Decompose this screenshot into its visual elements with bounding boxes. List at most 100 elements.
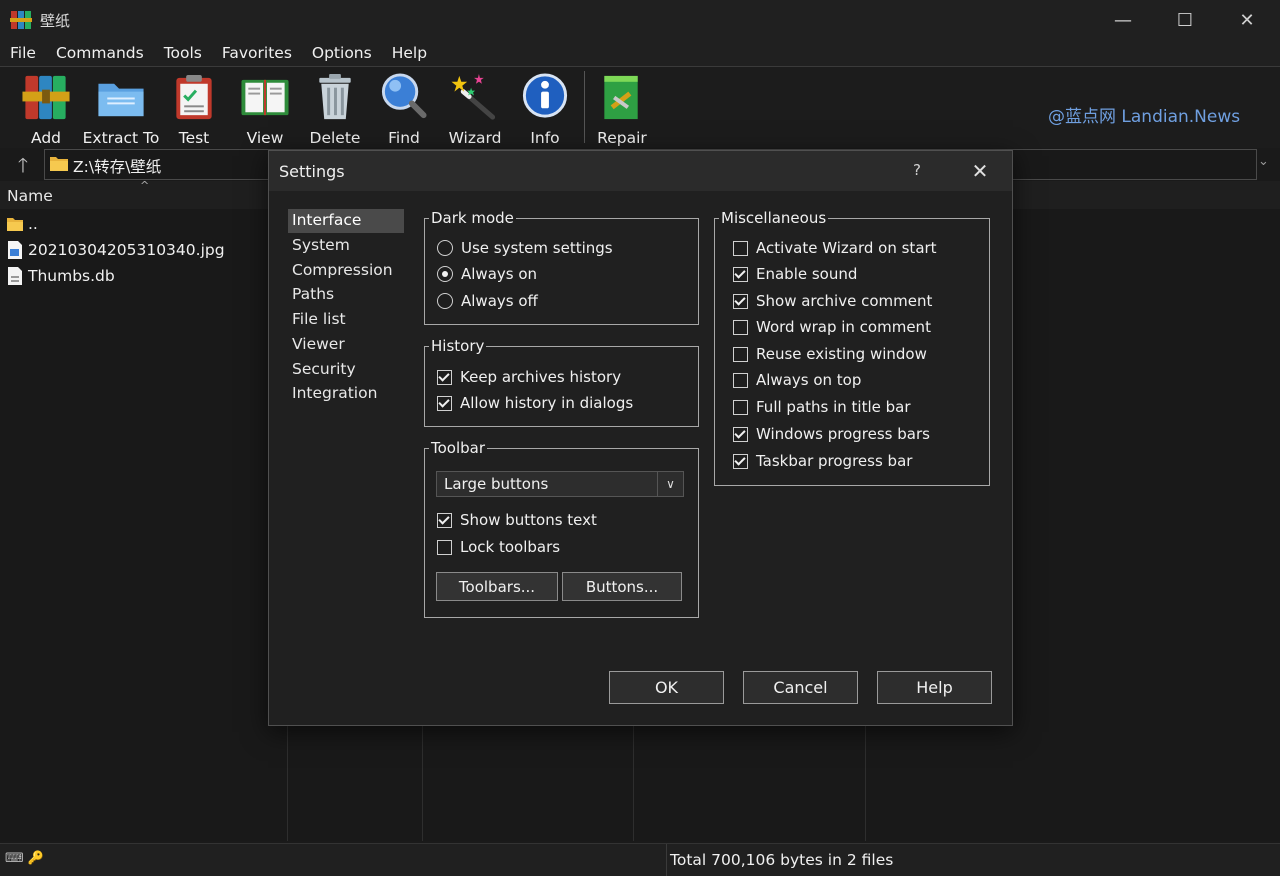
dialog-title: Settings bbox=[279, 162, 345, 181]
checkbox-word-wrap[interactable]: Word wrap in comment bbox=[733, 318, 931, 336]
checkbox-always-on-top[interactable]: Always on top bbox=[733, 371, 861, 389]
checkbox-indicator bbox=[733, 293, 748, 309]
checkbox-show-archive-comment[interactable]: Show archive comment bbox=[733, 292, 932, 310]
checkbox-indicator bbox=[437, 539, 452, 555]
option-label: Always on top bbox=[756, 371, 862, 389]
minimize-button[interactable]: — bbox=[1092, 0, 1154, 40]
nav-system[interactable]: System bbox=[288, 234, 404, 258]
checkbox-full-paths[interactable]: Full paths in title bar bbox=[733, 398, 911, 416]
image-file-icon bbox=[8, 241, 22, 259]
option-label: Always off bbox=[461, 292, 538, 310]
folder-icon bbox=[50, 157, 68, 171]
option-label: Enable sound bbox=[756, 265, 858, 283]
view-button[interactable]: View bbox=[236, 67, 294, 147]
add-button[interactable]: Add bbox=[18, 67, 74, 147]
menu-tools[interactable]: Tools bbox=[154, 40, 212, 66]
wizard-button[interactable]: Wizard bbox=[446, 67, 504, 147]
checkbox-indicator bbox=[733, 346, 748, 362]
toolbars-button[interactable]: Toolbars... bbox=[436, 572, 558, 601]
checkbox-indicator bbox=[437, 395, 452, 411]
miscellaneous-legend: Miscellaneous bbox=[721, 209, 827, 227]
window-title: 壁纸 bbox=[40, 12, 71, 30]
checkbox-show-buttons-text[interactable]: Show buttons text bbox=[437, 511, 597, 529]
winrar-app-icon bbox=[10, 11, 32, 29]
help-button[interactable]: Help bbox=[877, 671, 992, 704]
status-text: Total 700,106 bytes in 2 files bbox=[670, 851, 894, 869]
extract-to-button[interactable]: Extract To bbox=[82, 67, 160, 147]
nav-compression[interactable]: Compression bbox=[288, 259, 404, 283]
radio-indicator bbox=[437, 293, 453, 309]
wizard-label: Wizard bbox=[448, 129, 502, 147]
nav-viewer[interactable]: Viewer bbox=[288, 333, 404, 357]
nav-security[interactable]: Security bbox=[288, 358, 404, 382]
checkbox-reuse-window[interactable]: Reuse existing window bbox=[733, 345, 927, 363]
checkbox-lock-toolbars[interactable]: Lock toolbars bbox=[437, 538, 560, 556]
dark-mode-legend: Dark mode bbox=[431, 209, 514, 227]
status-divider bbox=[666, 844, 667, 876]
clipboard-check-icon bbox=[176, 74, 212, 120]
find-button[interactable]: Find bbox=[376, 67, 432, 147]
file-name: Thumbs.db bbox=[28, 267, 115, 285]
nav-file-list[interactable]: File list bbox=[288, 308, 404, 332]
maximize-button[interactable]: ☐ bbox=[1154, 0, 1216, 40]
file-name: .. bbox=[28, 215, 38, 233]
up-arrow-icon[interactable]: 🡑 bbox=[8, 151, 38, 177]
nav-paths[interactable]: Paths bbox=[288, 283, 404, 307]
toolbar: Add Extract To Test View Delete Find Wiz… bbox=[0, 66, 1280, 148]
file-row-parent[interactable]: .. bbox=[0, 211, 270, 237]
checkbox-indicator bbox=[733, 426, 748, 442]
checkbox-allow-history-in-dialogs[interactable]: Allow history in dialogs bbox=[437, 394, 633, 412]
delete-button[interactable]: Delete bbox=[306, 67, 364, 147]
option-label: Reuse existing window bbox=[756, 345, 927, 363]
help-icon[interactable]: ? bbox=[913, 161, 921, 179]
checkbox-windows-progress-bars[interactable]: Windows progress bars bbox=[733, 425, 930, 443]
option-label: Allow history in dialogs bbox=[460, 394, 634, 412]
menu-commands[interactable]: Commands bbox=[46, 40, 154, 66]
buttons-button[interactable]: Buttons... bbox=[562, 572, 682, 601]
nav-interface[interactable]: Interface bbox=[288, 209, 404, 233]
radio-use-system-settings[interactable]: Use system settings bbox=[437, 239, 613, 257]
drive-key-icon[interactable]: ⌨ 🔑 bbox=[5, 851, 44, 866]
checkbox-indicator bbox=[733, 319, 748, 335]
column-divider bbox=[422, 723, 423, 841]
option-label: Keep archives history bbox=[460, 368, 622, 386]
watermark-text: @蓝点网 Landian.News bbox=[1048, 107, 1241, 127]
column-divider bbox=[633, 723, 634, 841]
repair-box-icon bbox=[604, 75, 638, 120]
chevron-down-icon: ∨ bbox=[657, 472, 683, 496]
book-icon bbox=[241, 79, 289, 116]
cancel-button[interactable]: Cancel bbox=[743, 671, 858, 704]
file-row-thumbs[interactable]: Thumbs.db bbox=[0, 263, 270, 289]
toolbar-size-select[interactable]: Large buttons ∨ bbox=[436, 471, 684, 497]
folder-icon bbox=[98, 83, 144, 117]
column-name[interactable]: Name bbox=[7, 187, 53, 205]
radio-always-off[interactable]: Always off bbox=[437, 292, 538, 310]
checkbox-enable-sound[interactable]: Enable sound bbox=[733, 265, 857, 283]
chevron-down-icon[interactable]: ⌄ bbox=[1258, 154, 1269, 169]
close-window-button[interactable]: ✕ bbox=[1216, 0, 1278, 40]
radio-always-on[interactable]: Always on bbox=[437, 265, 537, 283]
close-icon[interactable]: ✕ bbox=[965, 156, 995, 186]
nav-integration[interactable]: Integration bbox=[288, 382, 404, 406]
file-row-jpg[interactable]: 20210304205310340.jpg bbox=[0, 237, 270, 263]
info-button[interactable]: Info bbox=[516, 67, 574, 147]
repair-button[interactable]: Repair bbox=[594, 67, 650, 147]
ok-button[interactable]: OK bbox=[609, 671, 724, 704]
checkbox-keep-archives-history[interactable]: Keep archives history bbox=[437, 368, 621, 386]
menu-options[interactable]: Options bbox=[302, 40, 382, 66]
view-label: View bbox=[246, 129, 284, 147]
checkbox-activate-wizard[interactable]: Activate Wizard on start bbox=[733, 239, 937, 257]
dialog-body: Interface System Compression Paths File … bbox=[269, 191, 1012, 725]
menu-favorites[interactable]: Favorites bbox=[212, 40, 302, 66]
menu-help[interactable]: Help bbox=[382, 40, 437, 66]
option-label: Show archive comment bbox=[756, 292, 933, 310]
option-label: Lock toolbars bbox=[460, 538, 561, 556]
option-label: Always on bbox=[461, 265, 538, 283]
title-bar: 壁纸 — ☐ ✕ bbox=[0, 0, 1280, 40]
checkbox-indicator bbox=[733, 453, 748, 469]
add-label: Add bbox=[30, 129, 61, 147]
checkbox-taskbar-progress-bar[interactable]: Taskbar progress bar bbox=[733, 452, 912, 470]
path-text: Z:\转存\壁纸 bbox=[73, 158, 162, 176]
menu-file[interactable]: File bbox=[0, 40, 46, 66]
test-button[interactable]: Test bbox=[166, 67, 222, 147]
